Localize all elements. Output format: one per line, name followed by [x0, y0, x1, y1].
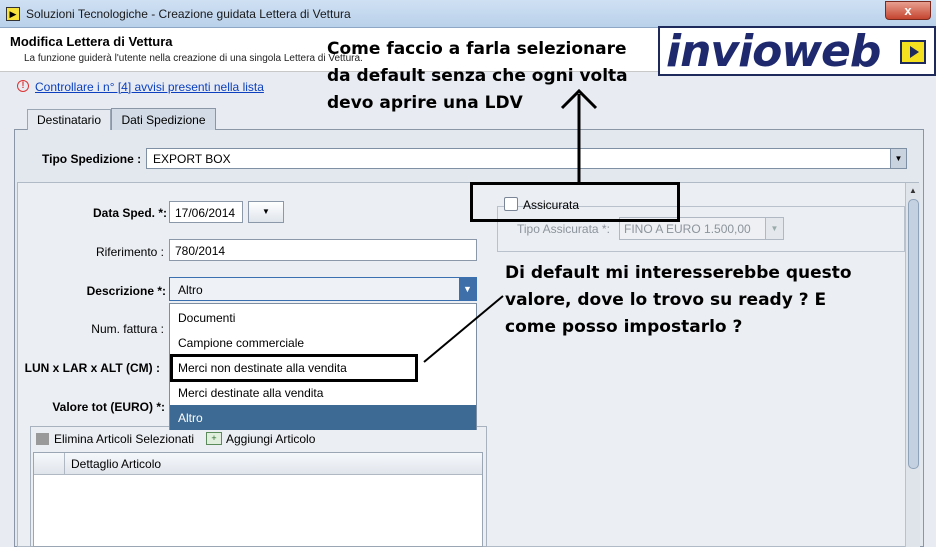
- annotation-note-top: Come faccio a farla selezionare da defau…: [327, 36, 628, 117]
- annotation-line: Come faccio a farla selezionare: [327, 39, 627, 59]
- annotation-note-right: Di default mi interesserebbe questo valo…: [505, 260, 852, 341]
- annotation-line: valore, dove lo trovo su ready ? E: [505, 290, 827, 310]
- annotation-line: Di default mi interesserebbe questo: [505, 263, 852, 283]
- annotation-line: da default senza che ogni volta: [327, 66, 628, 86]
- annotation-line: come posso impostarlo ?: [505, 317, 743, 337]
- annotation-line: devo aprire una LDV: [327, 93, 523, 113]
